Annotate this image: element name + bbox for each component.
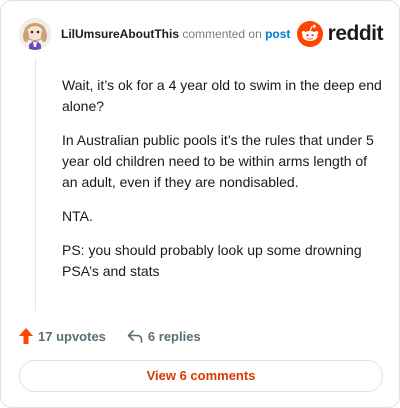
reddit-logo-icon xyxy=(296,21,323,47)
view-comments-button[interactable]: View 6 comments xyxy=(19,360,383,392)
user-avatar[interactable] xyxy=(19,18,51,50)
comment-card: LilUmsureAboutThis commented on post red… xyxy=(0,0,400,408)
comment-paragraph: In Australian public pools it’s the rule… xyxy=(62,132,374,190)
replies-button[interactable]: 6 replies xyxy=(127,329,201,344)
snoo-avatar-icon xyxy=(19,18,51,50)
post-link[interactable]: post xyxy=(265,27,290,41)
comment-paragraph: Wait, it’s ok for a 4 year old to swim i… xyxy=(62,77,382,114)
upvote-button[interactable]: 17 upvotes xyxy=(19,328,106,344)
upvote-arrow-icon xyxy=(19,328,33,344)
thread-line[interactable] xyxy=(35,59,36,311)
comment-header: LilUmsureAboutThis commented on post red… xyxy=(19,18,384,50)
commented-on-text: commented on xyxy=(182,27,262,41)
comment-paragraph: NTA. xyxy=(62,208,93,224)
comment-stats: 17 upvotes 6 replies xyxy=(19,327,201,345)
reddit-wordmark: reddit xyxy=(327,22,384,45)
comment-body: Wait, it’s ok for a 4 year old to swim i… xyxy=(62,75,382,295)
comment-paragraph: PS: you should probably look up some dro… xyxy=(62,242,362,279)
reply-count: 6 replies xyxy=(147,328,201,344)
upvote-count: 17 upvotes xyxy=(38,328,106,344)
reply-arrow-icon xyxy=(127,330,143,343)
reddit-brand[interactable]: reddit xyxy=(296,21,384,47)
author-name[interactable]: LilUmsureAboutThis xyxy=(61,27,179,41)
byline: LilUmsureAboutThis commented on post xyxy=(61,27,290,41)
